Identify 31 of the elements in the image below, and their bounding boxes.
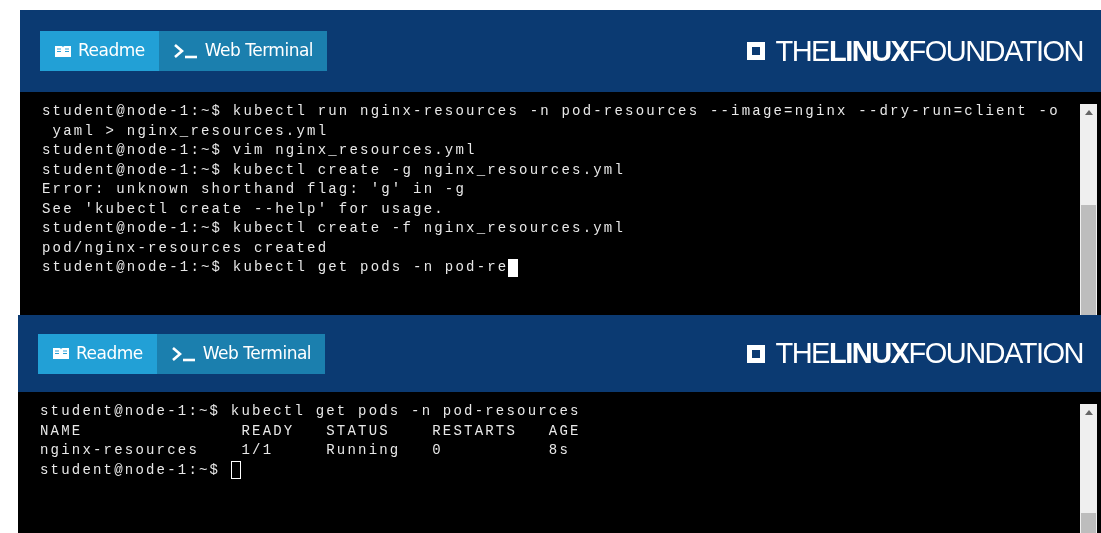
scrollbar-thumb[interactable] — [1081, 205, 1096, 315]
terminal-line: See 'kubectl create --help' for usage. — [42, 199, 445, 219]
terminal-line: yaml > nginx_resources.yml — [51, 121, 329, 141]
terminal-line: NAME READY STATUS RESTARTS AGE — [40, 421, 581, 441]
terminal-line: student@node-1:~$ kubectl get pods -n pod-re — [42, 258, 509, 277]
book-icon — [52, 347, 70, 360]
terminal-line: student@node-1:~$ vim nginx_resources.yml — [42, 141, 477, 160]
tab[interactable]: Readme — [38, 333, 157, 374]
book-icon — [54, 44, 72, 58]
terminal-line: student@node-1:~$ — [40, 460, 222, 480]
terminal-line: Error: unknown shorthand flag: 'g' in -g — [42, 180, 467, 199]
scrollbar[interactable] — [1080, 404, 1097, 533]
terminal-prompt-icon — [172, 43, 199, 59]
tab[interactable]: Web Terminal — [156, 333, 326, 374]
terminal-line: student@node-1:~$ kubectl create -f nginx_resources.yml — [42, 219, 626, 238]
scrollbar-thumb[interactable] — [1081, 513, 1096, 533]
square-logo-icon — [745, 342, 768, 365]
terminal-line: student@node-1:~$ kubectl create -g nginx_resources.yml — [42, 160, 626, 180]
terminal-line: student@node-1:~$ kubectl get pods -n pod-resources — [40, 402, 581, 421]
scroll-up-icon[interactable] — [1084, 409, 1093, 415]
terminal-prompt-icon — [170, 345, 197, 362]
terminal-line: pod/nginx-resources created — [42, 238, 329, 258]
tab[interactable]: Web Terminal — [158, 31, 328, 71]
scrollbar[interactable] — [1080, 104, 1097, 315]
logo-wordmark: THELINUXFOUNDATION — [775, 36, 1083, 66]
terminal-line: student@node-1:~$ kubectl run nginx-resources -n pod-resources --image=nginx --dry-run=client -o — [42, 102, 1060, 121]
tab[interactable]: Readme — [40, 31, 159, 71]
logo-wordmark: THELINUXFOUNDATION — [775, 339, 1083, 368]
scroll-up-icon[interactable] — [1084, 109, 1093, 115]
square-logo-icon — [745, 40, 768, 62]
terminal-line: nginx-resources 1/1 Running 0 8s — [40, 441, 571, 460]
